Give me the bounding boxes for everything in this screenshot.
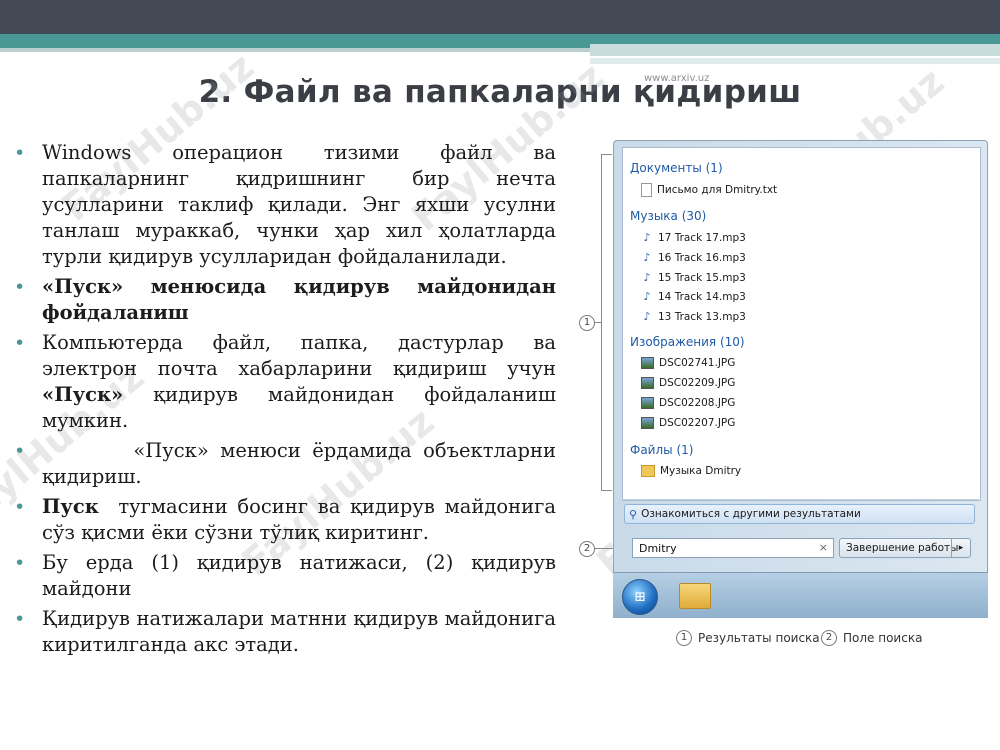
result-item[interactable]: DSC02209.JPG: [641, 377, 735, 389]
callout-line: [594, 322, 602, 323]
shutdown-options-arrow-icon[interactable]: ▸: [951, 539, 970, 557]
more-results-button[interactable]: ⚲ Ознакомиться с другими результатами: [624, 504, 975, 524]
result-item[interactable]: ♪ 14 Track 14.mp3: [641, 290, 745, 304]
folder-icon: [641, 465, 655, 477]
callout-marker-1: 1: [579, 315, 595, 331]
bullet-icon: •: [14, 608, 26, 630]
bullet-list: • Windows операцион тизими файл ва папкал…: [14, 140, 556, 662]
start-orb-icon[interactable]: ⊞: [622, 579, 658, 615]
taskbar: ⊞: [613, 572, 988, 618]
shutdown-button[interactable]: Завершение работы ▸: [839, 538, 971, 558]
clear-search-icon[interactable]: ×: [819, 541, 828, 554]
bullet-item: • Қидирув натижалари матнни қидирув майдо…: [14, 607, 556, 656]
bullet-item: • Компьютерда файл, папка, дастурлар ва э…: [14, 331, 556, 432]
result-item[interactable]: Музыка Dmitry: [641, 465, 741, 477]
image-file-icon: [641, 377, 654, 389]
header-stripe: [0, 48, 600, 52]
results-bracket: [601, 154, 612, 491]
explorer-folder-icon[interactable]: [679, 583, 711, 609]
group-images[interactable]: Изображения (10): [630, 335, 745, 349]
music-file-icon: ♪: [643, 231, 651, 244]
start-menu: Документы (1) Письмо для Dmitry.txt Музы…: [613, 140, 988, 617]
header-stripe: [590, 58, 1000, 64]
group-documents[interactable]: Документы (1): [630, 161, 723, 175]
page-title: 2. Файл ва папкаларни қидириш: [198, 74, 802, 110]
bullet-item: • Windows операцион тизими файл ва папкал…: [14, 141, 556, 268]
legend-label: Результаты поиска: [698, 631, 820, 645]
legend-marker-1: 1: [676, 630, 692, 646]
header-stripe: [590, 44, 1000, 56]
bullet-item: • Пуск тугмасини босинг ва қидирув майдон…: [14, 495, 563, 544]
divider: [622, 499, 979, 500]
group-files[interactable]: Файлы (1): [630, 443, 693, 457]
image-file-icon: [641, 397, 654, 409]
image-file-icon: [641, 357, 654, 369]
legend-label: Поле поиска: [843, 631, 923, 645]
music-file-icon: ♪: [643, 271, 651, 284]
result-item[interactable]: ♪ 16 Track 16.mp3: [641, 251, 745, 265]
bullet-icon: •: [14, 496, 26, 518]
search-input[interactable]: Dmitry ×: [632, 538, 834, 558]
bullet-icon: •: [14, 552, 26, 574]
bullet-item: • «Пуск» менюсида қидирув майдонидан фойд…: [14, 275, 556, 324]
document-icon: [641, 183, 652, 197]
bullet-icon: •: [14, 332, 26, 354]
callout-marker-2: 2: [579, 541, 595, 557]
group-music[interactable]: Музыка (30): [630, 209, 706, 223]
bullet-icon: •: [14, 276, 26, 298]
legend-item-1: 1 Результаты поиска: [676, 630, 820, 646]
search-icon: ⚲: [629, 507, 638, 521]
bullet-item: • «Пуск» менюси ёрдамида объектларни қид…: [14, 439, 563, 488]
header-dark-band: [0, 0, 1000, 34]
legend-marker-2: 2: [821, 630, 837, 646]
result-item[interactable]: ♪ 13 Track 13.mp3: [641, 310, 745, 324]
music-file-icon: ♪: [643, 310, 651, 323]
result-item[interactable]: ♪ 17 Track 17.mp3: [641, 231, 745, 245]
music-file-icon: ♪: [643, 251, 651, 264]
result-item[interactable]: DSC02741.JPG: [641, 357, 735, 369]
image-file-icon: [641, 417, 654, 429]
result-item[interactable]: DSC02208.JPG: [641, 397, 735, 409]
legend-item-2: 2 Поле поиска: [821, 630, 922, 646]
result-item[interactable]: ♪ 15 Track 15.mp3: [641, 271, 745, 285]
result-item[interactable]: DSC02207.JPG: [641, 417, 735, 429]
result-item[interactable]: Письмо для Dmitry.txt: [641, 183, 777, 197]
music-file-icon: ♪: [643, 290, 651, 303]
bullet-icon: •: [14, 142, 26, 164]
bullet-item: • Бу ерда (1) қидирув натижаси, (2) қидир…: [14, 551, 556, 600]
bullet-icon: •: [14, 440, 26, 462]
